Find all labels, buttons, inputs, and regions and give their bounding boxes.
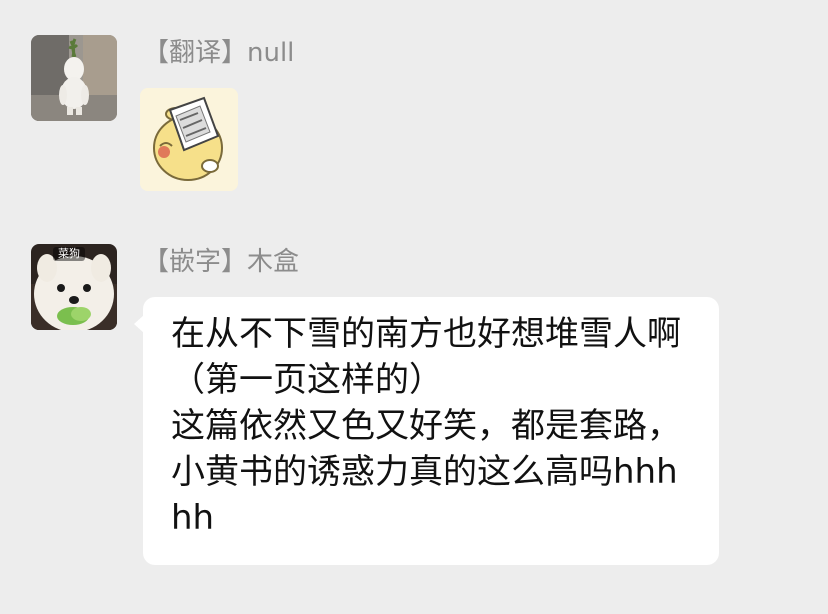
sender-avatar[interactable]: 菜狗	[31, 244, 117, 330]
chat-message: 菜狗 【嵌字】木盒 在从不下雪的南方也好想堆雪人啊（第一页这样的） 这篇依然又色…	[0, 0, 828, 614]
sender-name: 【嵌字】木盒	[143, 247, 300, 277]
message-text: 在从不下雪的南方也好想堆雪人啊（第一页这样的） 这篇依然又色又好笑，都是套路，小…	[171, 314, 681, 538]
avatar-label: 菜狗	[53, 247, 85, 261]
message-bubble[interactable]: 在从不下雪的南方也好想堆雪人啊（第一页这样的） 这篇依然又色又好笑，都是套路，小…	[134, 297, 719, 565]
